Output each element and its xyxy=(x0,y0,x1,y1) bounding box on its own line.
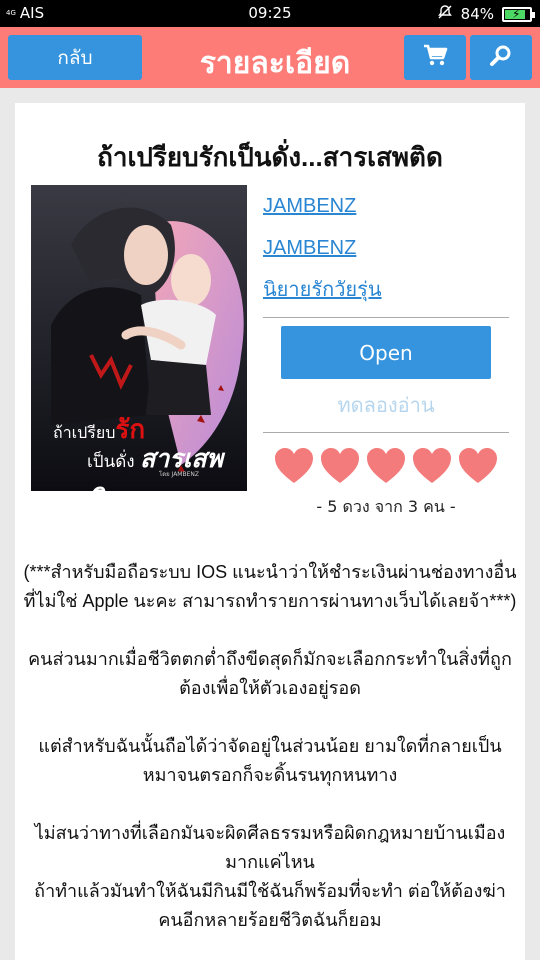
cart-icon xyxy=(422,43,448,72)
book-info: JAMBENZ JAMBENZ นิยายรักวัยรุ่น Open ทดล… xyxy=(263,185,509,520)
book-cover[interactable]: ถ้าเปรียบรัก เป็นดั่ง สารเสพติด โดย JAMB… xyxy=(31,185,247,491)
publisher-link[interactable]: JAMBENZ xyxy=(263,227,509,269)
description-paragraph: คนส่วนมากเมื่อชีวิตตกต่ำถึงขีดสุดก็มักจะ… xyxy=(28,649,512,698)
book-description: (***สำหรับมือถือระบบ IOS แนะนำว่าให้ชำระ… xyxy=(23,558,517,960)
rating-summary: - 5 ดวง จาก 3 คน - xyxy=(316,497,456,516)
book-detail-card: ถ้าเปรียบรักเป็นดั่ง...สารเสพติด ถ้าเปรี… xyxy=(15,103,525,960)
mute-icon xyxy=(437,4,453,24)
book-title: ถ้าเปรียบรักเป็นดั่ง...สารเสพติด xyxy=(97,142,443,172)
cover-title-line2: เป็นดั่ง สารเสพติด xyxy=(87,444,223,491)
description-paragraph: แต่สำหรับฉันนั้นถือได้ว่าจัดอยู่ในส่วนน้… xyxy=(38,736,502,785)
header-bar: กลับ รายละเอียด xyxy=(0,27,540,88)
cart-button[interactable] xyxy=(404,35,466,80)
search-icon xyxy=(489,43,513,72)
page-title: รายละเอียด xyxy=(199,46,351,81)
status-bar: 4G AIS 09:25 84% ⚡ xyxy=(0,0,540,27)
description-paragraph: (***สำหรับมือถือระบบ IOS แนะนำว่าให้ชำระ… xyxy=(23,562,517,611)
divider xyxy=(263,432,509,433)
battery-icon: ⚡ xyxy=(502,6,535,22)
open-button[interactable]: Open xyxy=(281,326,491,379)
author-link[interactable]: JAMBENZ xyxy=(263,185,509,227)
battery-percent: 84% xyxy=(460,5,494,23)
heart-icon xyxy=(413,448,451,483)
back-button[interactable]: กลับ xyxy=(8,35,142,80)
cover-author: โดย JAMBENZ xyxy=(159,471,199,478)
heart-icon xyxy=(459,448,497,483)
divider xyxy=(263,317,509,318)
heart-icon xyxy=(367,448,405,483)
description-paragraph: ไม่สนว่าทางที่เลือกมันจะผิดศีลธรรมหรือผิ… xyxy=(34,823,506,872)
heart-icon xyxy=(321,448,359,483)
rating-hearts xyxy=(263,447,509,485)
category-link[interactable]: นิยายรักวัยรุ่น xyxy=(263,269,509,311)
heart-icon xyxy=(275,448,313,483)
description-paragraph: ถ้าทำแล้วมันทำให้ฉันมีกินมีใช้ฉันก็พร้อม… xyxy=(34,881,506,930)
search-button[interactable] xyxy=(470,35,532,80)
trial-read-button[interactable]: ทดลองอ่าน xyxy=(263,379,509,432)
